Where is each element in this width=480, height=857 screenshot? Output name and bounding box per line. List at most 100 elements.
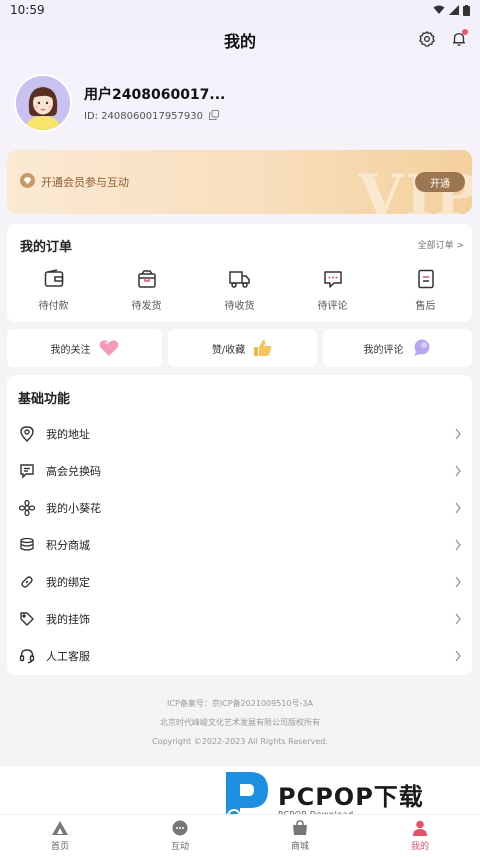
my-comments-button[interactable]: 我的评论: [323, 329, 472, 367]
notification-dot: [462, 29, 468, 35]
order-status-label: 待发货: [131, 301, 162, 312]
tab-label: 我的: [410, 842, 429, 852]
order-status-list: 待付款 待发货 待收货 待评论 售后: [7, 268, 472, 312]
orders-title: 我的订单: [20, 240, 73, 255]
orders-card: 我的订单 全部订单 > 待付款 待发货 待收货 待评论 售后: [7, 224, 472, 322]
function-label: 我的地址: [46, 427, 90, 441]
all-orders-link[interactable]: 全部订单 >: [418, 238, 464, 251]
order-status-pending-shipment[interactable]: 待发货: [100, 268, 193, 312]
vip-promo: 开通会员参与互动: [20, 173, 129, 191]
link-icon: [21, 575, 33, 588]
chevron-right-icon: [455, 576, 461, 587]
vip-diamond-icon: [20, 173, 35, 191]
truck-icon: [228, 271, 250, 288]
user-id-row: ID: 2408060017957930: [84, 109, 225, 123]
thumbs-up-icon: [254, 340, 272, 356]
status-icons: [433, 4, 470, 16]
function-item-points-mall[interactable]: 积分商城: [7, 526, 472, 563]
status-time: 10:59: [10, 3, 45, 17]
copyright: Copyright ©2022-2023 All Rights Reserved…: [152, 737, 328, 746]
function-item-redeem-code[interactable]: 高会兑换码: [7, 452, 472, 489]
vip-banner[interactable]: VIP 开通会员参与互动 开通: [7, 150, 472, 214]
company-rights: 北京时代峰峻文化艺术发展有限公司版权所有: [160, 718, 320, 727]
avatar[interactable]: [14, 74, 72, 132]
heart-icon: [99, 340, 118, 356]
chevron-right-icon: [455, 428, 461, 439]
settings-button[interactable]: [416, 28, 438, 50]
order-status-label: 待评论: [317, 301, 348, 312]
order-status-pending-receipt[interactable]: 待收货: [193, 268, 286, 312]
function-item-sunflower[interactable]: 我的小葵花: [7, 489, 472, 526]
function-label: 我的小葵花: [46, 501, 101, 515]
headset-icon: [19, 648, 35, 663]
tag-icon: [20, 611, 34, 626]
tab-shop[interactable]: 商城: [240, 815, 360, 857]
quick-link-label: 赞/收藏: [211, 344, 246, 356]
pcpop-wordmark: PCPOP下载 PCPOP Download: [278, 777, 424, 819]
function-label: 积分商城: [46, 538, 90, 552]
footer: ICP备案号：京ICP备2021009510号-3A 北京时代峰峻文化艺术发展有…: [0, 694, 480, 751]
basic-functions-card: 基础功能 我的地址 高会兑换码 我的小葵花 积分商城 我的绑定 我的挂饰 人工客…: [7, 375, 472, 675]
vip-promo-text: 开通会员参与互动: [41, 176, 129, 189]
comment-icon: [323, 271, 342, 288]
function-item-customer-service[interactable]: 人工客服: [7, 637, 472, 674]
chevron-right-icon: [455, 613, 461, 624]
function-label: 我的挂饰: [46, 612, 90, 626]
username: 用户2408060017...: [84, 86, 226, 103]
order-status-label: 售后: [415, 301, 436, 312]
header: 我的: [0, 20, 480, 60]
chevron-right-icon: [455, 465, 461, 476]
order-status-label: 待收货: [224, 301, 255, 312]
copy-id-button[interactable]: [209, 109, 219, 123]
status-bar: 10:59: [0, 0, 480, 20]
avatar-girl-icon: [16, 76, 70, 130]
user-info: 用户2408060017... ID: 2408060017957930: [84, 84, 225, 123]
copy-icon: [209, 109, 219, 120]
my-follows-button[interactable]: 我的关注: [7, 329, 162, 367]
pcpop-title: PCPOP下载: [278, 783, 424, 811]
person-icon: [413, 820, 427, 836]
coins-icon: [20, 537, 34, 551]
order-status-label: 待付款: [38, 301, 69, 312]
wifi-icon: [433, 5, 445, 14]
icp-record: ICP备案号：京ICP备2021009510号-3A: [167, 699, 313, 708]
comment-bubble-icon: [413, 339, 429, 356]
tab-interact[interactable]: 互动: [120, 815, 240, 857]
notification-button[interactable]: [448, 28, 470, 50]
function-item-address[interactable]: 我的地址: [7, 415, 472, 452]
quick-link-label: 我的评论: [363, 344, 404, 356]
gear-icon: [419, 31, 435, 47]
profile-section[interactable]: 用户2408060017... ID: 2408060017957930: [14, 74, 225, 132]
function-label: 我的绑定: [46, 575, 90, 589]
page-title: 我的: [223, 32, 256, 51]
chevron-right-icon: [455, 502, 461, 513]
chevron-right-icon: [455, 650, 461, 661]
wallet-icon: [44, 269, 63, 287]
home-icon: [52, 821, 68, 835]
chat-icon: [172, 820, 188, 836]
function-label: 高会兑换码: [46, 464, 101, 478]
user-id: ID: 2408060017957930: [84, 110, 203, 122]
order-status-after-sales[interactable]: 售后: [379, 268, 472, 312]
order-status-pending-payment[interactable]: 待付款: [7, 268, 100, 312]
package-icon: [137, 270, 156, 288]
location-icon: [20, 425, 34, 442]
bottom-tab-bar: 首页 互动 商城 我的: [0, 814, 480, 857]
tab-mine[interactable]: 我的: [360, 815, 480, 857]
tab-label: 互动: [170, 842, 189, 852]
function-item-binding[interactable]: 我的绑定: [7, 563, 472, 600]
tab-label: 首页: [50, 842, 69, 852]
likes-favorites-button[interactable]: 赞/收藏: [168, 329, 317, 367]
vip-open-button[interactable]: 开通: [415, 172, 465, 192]
tab-home[interactable]: 首页: [0, 815, 120, 857]
tab-label: 商城: [290, 842, 309, 852]
function-item-pendant[interactable]: 我的挂饰: [7, 600, 472, 637]
functions-list: 我的地址 高会兑换码 我的小葵花 积分商城 我的绑定 我的挂饰 人工客服: [7, 415, 472, 674]
functions-title: 基础功能: [18, 392, 71, 407]
coupon-icon: [20, 463, 34, 479]
battery-icon: [463, 4, 470, 16]
shop-bag-icon: [293, 820, 307, 835]
after-sales-icon: [417, 269, 434, 289]
quick-link-label: 我的关注: [50, 344, 91, 356]
order-status-pending-review[interactable]: 待评论: [286, 268, 379, 312]
